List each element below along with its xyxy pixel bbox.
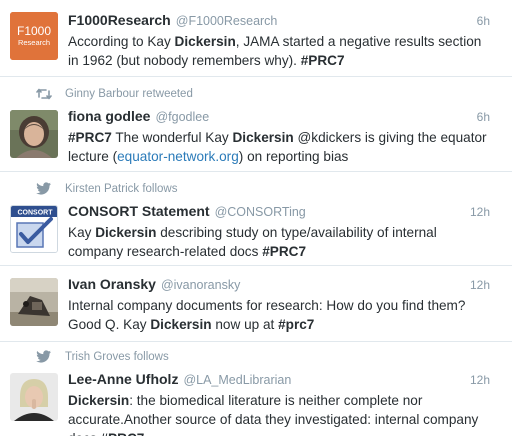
tweet-text: Internal company documents for research:… <box>68 296 490 334</box>
hashtag[interactable]: #prc7 <box>278 317 314 332</box>
author-handle[interactable]: @fgodlee <box>155 110 209 124</box>
author-name[interactable]: F1000Research <box>68 12 171 28</box>
tweet-timestamp[interactable]: 6h <box>477 14 490 28</box>
person-photo-icon <box>10 278 58 326</box>
tweet-text: According to Kay Dickersin, JAMA started… <box>68 32 490 70</box>
author-name[interactable]: Lee-Anne Ufholz <box>68 371 178 387</box>
tweet-timeline: F1000 Research F1000Research @F1000Resea… <box>0 0 512 436</box>
highlighted-term: Dickersin <box>150 317 212 332</box>
ivan-oransky-avatar[interactable] <box>10 278 58 326</box>
tweet-text-segment: ) on reporting bias <box>238 149 349 164</box>
tweet-text: Dickersin: the biomedical literature is … <box>68 391 490 436</box>
hashtag[interactable]: #PRC7 <box>262 244 306 259</box>
author-handle[interactable]: @LA_MedLibrarian <box>183 373 291 387</box>
hashtag[interactable]: #PRC7 <box>68 130 112 145</box>
highlighted-term: Dickersin <box>174 34 236 49</box>
consort-logo-icon: CONSORT <box>11 206 57 252</box>
logo-text: CONSORT <box>18 210 54 217</box>
consort-avatar[interactable]: CONSORT <box>10 205 58 253</box>
tweet-fiona-godlee[interactable]: Ginny Barbour retweeted fiona godlee @fg… <box>0 78 512 172</box>
tweet-timestamp[interactable]: 6h <box>477 110 490 124</box>
tweet-text-segment: The wonderful Kay <box>111 130 233 145</box>
tweet-text-segment: now up at <box>211 317 279 332</box>
tweet-text: #PRC7 The wonderful Kay Dickersin @kdick… <box>68 128 490 166</box>
hashtag[interactable]: #PRC7 <box>301 53 345 68</box>
retweet-context-text[interactable]: Ginny Barbour retweeted <box>65 88 193 100</box>
hashtag[interactable]: #PRC7 <box>101 431 145 436</box>
f1000research-avatar[interactable]: F1000 Research <box>10 12 58 60</box>
tweet-link[interactable]: equator-network.org <box>117 149 239 164</box>
author-name[interactable]: fiona godlee <box>68 108 150 124</box>
tweet-ivan-oransky[interactable]: Ivan Oransky @ivanoransky 12h Internal c… <box>0 267 512 342</box>
tweet-timestamp[interactable]: 12h <box>470 373 490 387</box>
tweet-timestamp[interactable]: 12h <box>470 205 490 219</box>
author-handle[interactable]: @ivanoransky <box>161 278 240 292</box>
lee-anne-ufholz-avatar[interactable] <box>10 373 58 421</box>
tweet-text: Kay Dickersin describing study on type/a… <box>68 223 490 261</box>
highlighted-term: Dickersin <box>68 393 130 408</box>
author-name[interactable]: CONSORT Statement <box>68 203 210 219</box>
person-photo-icon <box>10 373 58 421</box>
tweet-lee-anne-ufholz[interactable]: Trish Groves follows Lee-Anne Ufholz @LA… <box>0 343 512 436</box>
tweet-text-segment: According to Kay <box>68 34 175 49</box>
logo-line1: F1000 <box>17 24 51 38</box>
tweet-consort-statement[interactable]: Kirsten Patrick follows CONSORT CONSORT … <box>0 173 512 266</box>
retweet-icon <box>36 88 52 100</box>
follows-context-text[interactable]: Trish Groves follows <box>65 351 169 363</box>
f1000research-logo-icon: F1000 Research <box>10 12 58 60</box>
highlighted-term: Dickersin <box>95 225 157 240</box>
tweet-text-segment: Kay <box>68 225 96 240</box>
logo-line2: Research <box>18 38 50 47</box>
author-handle[interactable]: @CONSORTing <box>215 205 306 219</box>
bird-icon <box>36 350 51 363</box>
author-name[interactable]: Ivan Oransky <box>68 276 156 292</box>
author-handle[interactable]: @F1000Research <box>176 14 278 28</box>
tweet-f1000research[interactable]: F1000 Research F1000Research @F1000Resea… <box>0 0 512 77</box>
tweet-timestamp[interactable]: 12h <box>470 278 490 292</box>
bird-icon <box>36 182 51 195</box>
follows-context-text[interactable]: Kirsten Patrick follows <box>65 183 177 195</box>
highlighted-term: Dickersin <box>232 130 294 145</box>
fiona-godlee-avatar[interactable] <box>10 110 58 158</box>
person-photo-icon <box>10 110 58 158</box>
tweet-text-segment: : the biomedical literature is neither c… <box>68 393 479 436</box>
